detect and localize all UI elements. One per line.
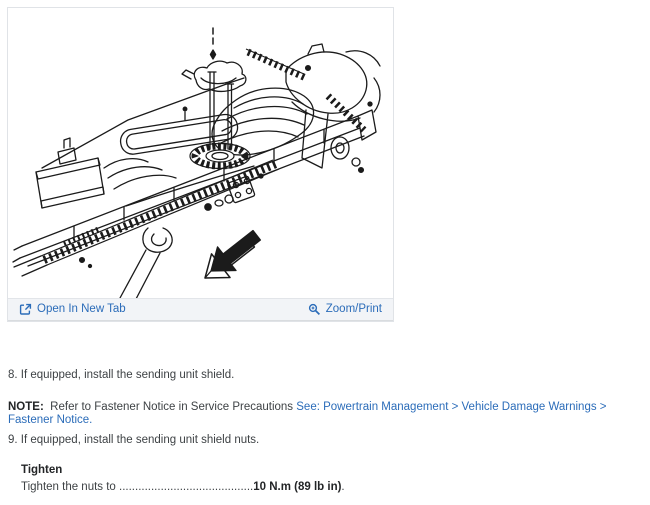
tighten-heading: Tighten [21,464,63,476]
zoom-print-label: Zoom/Print [325,302,382,315]
tow-shackle [142,227,173,253]
chassis-diagram-svg [12,27,381,299]
corrugated-hoses [40,48,367,266]
diagram-toolbar: Open In New Tab Zoom/Print [8,298,393,321]
centerline-marker [209,49,217,60]
dot [87,263,93,269]
fuel-tank-hump [211,87,315,156]
open-in-new-tab-label: Open In New Tab [37,302,126,315]
zoom-print-link[interactable]: Zoom/Print [308,303,382,316]
chassis-diagram [8,8,393,299]
open-in-new-tab-icon [19,303,32,315]
figure-container: Open In New Tab Zoom/Print [7,7,394,322]
service-manual-page: Open In New Tab Zoom/Print 8. If equippe… [0,0,650,505]
open-in-new-tab-link[interactable]: Open In New Tab [19,303,126,316]
note-text: Refer to Fastener Notice in Service Prec… [43,401,297,413]
left-tank [35,137,105,209]
rear-suspension-assembly [285,43,381,174]
note-paragraph: NOTE: Refer to Fastener Notice in Servic… [8,401,650,427]
tighten-spec-line: Tighten the nuts to ....................… [21,481,345,494]
step-9-text: 9. If equipped, install the sending unit… [8,434,260,446]
tighten-prefix: Tighten the nuts to [21,481,120,493]
step-8-text: 8. If equipped, install the sending unit… [8,369,235,381]
direction-arrow-icon [204,229,262,279]
dot-leader: ........................................… [119,481,254,493]
torque-value: 10 N.m (89 lb in) [253,481,342,493]
tighten-suffix: . [341,481,345,493]
note-label: NOTE: [8,401,44,413]
magnifier-zoom-icon [308,303,320,316]
lock-ring [189,142,251,170]
sending-unit-rods [181,27,247,150]
dot [78,256,86,264]
